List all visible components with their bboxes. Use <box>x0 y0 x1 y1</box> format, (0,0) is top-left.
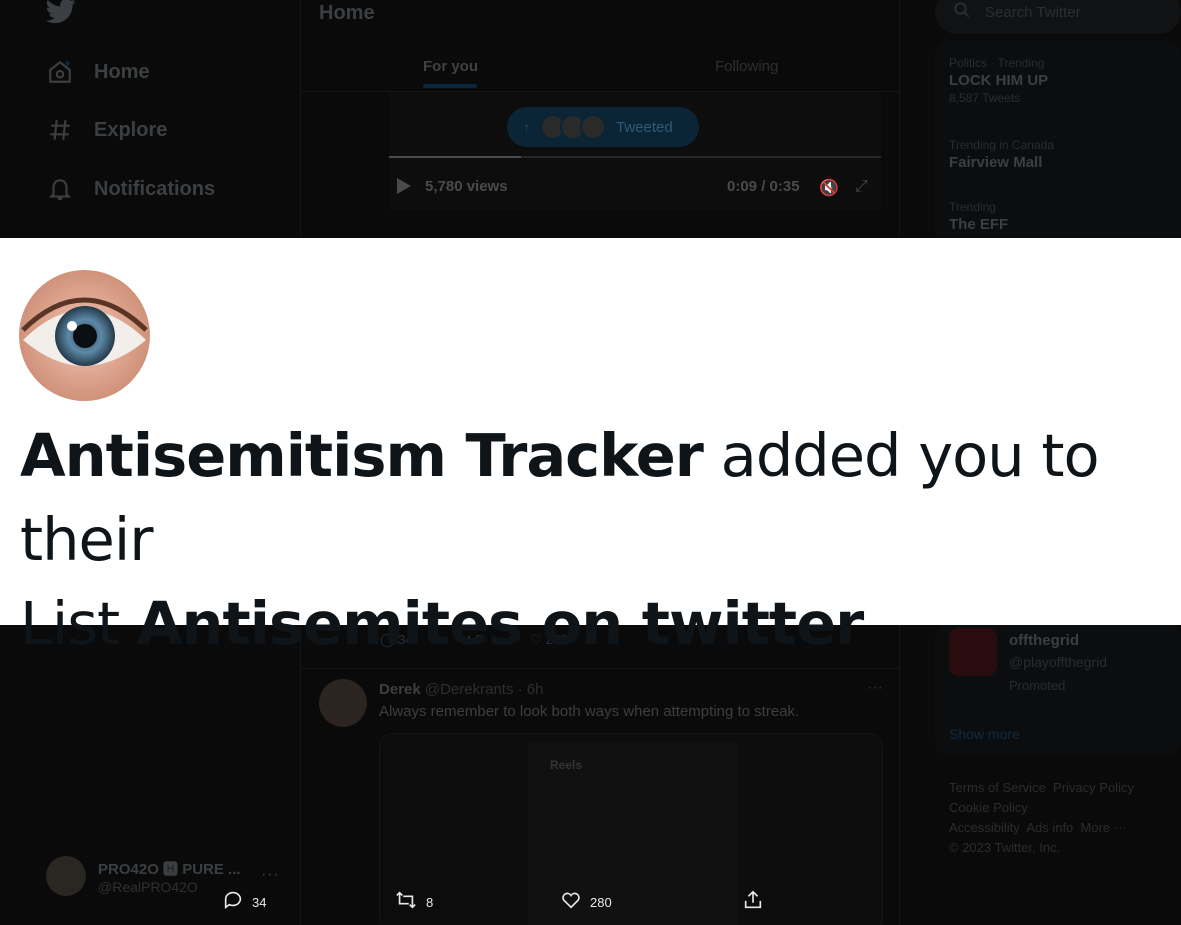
trend-context: Trending <box>949 200 996 214</box>
tweet-text: Always remember to look both ways when a… <box>379 703 800 720</box>
nav-home-label: Home <box>94 60 150 83</box>
nav-explore-label: Explore <box>94 118 168 141</box>
share-icon <box>742 889 764 916</box>
video-views: 5,780 views <box>425 178 508 195</box>
footer-link[interactable]: Terms of Service <box>949 780 1046 795</box>
trend-context: Trending in Canada <box>949 138 1054 152</box>
search-input[interactable]: Search Twitter <box>985 4 1081 21</box>
search-box[interactable]: Search Twitter <box>935 0 1181 34</box>
reply-count: 34 <box>252 894 267 910</box>
actor-name[interactable]: Antisemitism Tracker <box>20 421 704 490</box>
more-icon[interactable]: ··· <box>867 679 883 697</box>
tweet-author-name[interactable]: Derek <box>379 681 421 698</box>
footer-links: Terms of Service Privacy Policy Cookie P… <box>949 778 1181 858</box>
tweet-actions: 34 8 280 <box>0 884 1181 920</box>
new-tweets-pill[interactable]: ↑ Tweeted <box>507 107 699 147</box>
tab-for-you-label: For you <box>423 58 478 75</box>
pill-avatars <box>540 114 606 140</box>
trend-item[interactable]: Politics · Trending LOCK HIM UP 8,587 Tw… <box>949 56 1048 105</box>
list-word: List <box>20 589 137 658</box>
trend-title: The EFF <box>949 216 1009 233</box>
trend-item[interactable]: Trending The EFF <box>949 200 1008 233</box>
bell-icon <box>46 175 74 203</box>
heart-icon <box>560 889 582 916</box>
media-label: Reels <box>550 758 583 772</box>
video-time: 0:09 / 0:35 <box>727 178 800 195</box>
nav-home[interactable]: Home <box>46 52 150 92</box>
more-icon[interactable]: ··· <box>261 866 280 884</box>
trend-context: Politics · Trending <box>949 56 1045 70</box>
trend-title: LOCK HIM UP <box>949 72 1049 89</box>
active-tab-indicator <box>423 84 477 88</box>
video-progress-bar[interactable] <box>389 156 881 158</box>
twitter-logo-icon[interactable] <box>45 0 76 26</box>
footer-link[interactable]: Ads info <box>1026 820 1073 835</box>
tab-following[interactable]: Following <box>715 58 778 75</box>
trend-title: Fairview Mall <box>949 154 1043 171</box>
tab-for-you[interactable]: For you <box>423 58 478 88</box>
fullscreen-icon[interactable]: ⤢ <box>855 178 868 196</box>
retweet-button[interactable]: 8 <box>394 884 433 920</box>
show-more-link[interactable]: Show more <box>949 726 1020 742</box>
footer-link[interactable]: Cookie Policy <box>949 800 1028 815</box>
home-icon <box>46 58 74 86</box>
eye-avatar-icon[interactable] <box>19 270 150 401</box>
retweet-count: 8 <box>426 894 434 910</box>
footer-link[interactable]: Privacy Policy <box>1053 780 1134 795</box>
retweet-icon <box>394 889 418 916</box>
share-button[interactable] <box>742 884 764 920</box>
trend-count: 8,587 Tweets <box>949 91 1021 105</box>
list-name[interactable]: Antisemites on twitter <box>137 589 864 658</box>
nav-notifications-label: Notifications <box>94 177 216 200</box>
reply-button[interactable]: 34 <box>222 884 266 920</box>
arrow-up-icon: ↑ <box>523 119 530 135</box>
mute-icon[interactable]: 🔇 <box>819 178 839 198</box>
tweet-header: Derek @Derekrants · 6h <box>379 681 543 698</box>
footer-link[interactable]: More ··· <box>1081 820 1127 835</box>
avatar[interactable] <box>319 679 367 727</box>
pill-label: Tweeted <box>616 118 673 136</box>
tweet-author-handle[interactable]: @Derekrants · 6h <box>425 681 544 698</box>
timeline-tabs: For you Following <box>301 48 901 92</box>
account-name: PRO42O 🅷 PURE ... <box>98 860 241 878</box>
hashtag-icon <box>46 116 74 144</box>
play-icon[interactable] <box>397 178 411 194</box>
nav-notifications[interactable]: Notifications <box>46 169 215 209</box>
trend-item[interactable]: Trending in Canada Fairview Mall <box>949 138 1054 171</box>
list-notification-card: Antisemitism Tracker added you to their … <box>0 238 1181 658</box>
like-button[interactable]: 280 <box>560 884 612 920</box>
promoted-label: Promoted <box>1009 678 1066 693</box>
trends-panel: Politics · Trending LOCK HIM UP 8,587 Tw… <box>935 40 1181 260</box>
nav-explore[interactable]: Explore <box>46 110 167 150</box>
like-count: 280 <box>590 894 612 910</box>
copyright: © 2023 Twitter, Inc. <box>949 840 1061 855</box>
page-title: Home <box>319 2 375 24</box>
footer-link[interactable]: Accessibility <box>949 820 1020 835</box>
notification-text: Antisemitism Tracker added you to their … <box>20 414 1180 666</box>
video-progress-fill <box>389 156 521 158</box>
search-icon <box>953 1 971 24</box>
reply-icon <box>222 889 244 916</box>
